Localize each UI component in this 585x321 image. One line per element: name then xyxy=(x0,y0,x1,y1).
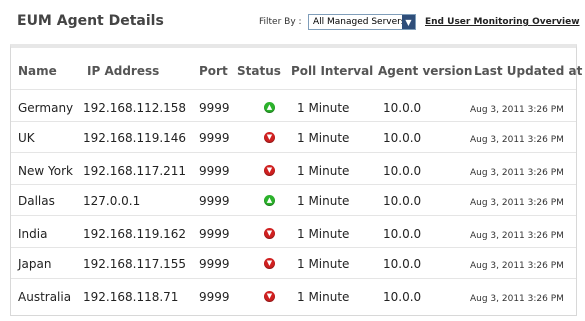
poll-interval: 1 Minute xyxy=(297,164,350,178)
arrow-up-icon: ▲ xyxy=(264,194,275,206)
last-updated: Aug 3, 2011 3:26 PM xyxy=(470,197,564,208)
ip-address: 192.168.119.146 xyxy=(83,130,187,145)
table-row[interactable]: Japan 192.168.117.155 9999 1 Minute 10.0.0 Au… xyxy=(11,246,576,279)
column-header-port: Port xyxy=(199,64,228,78)
agent-version: 10.0.0 xyxy=(383,164,422,178)
table-row[interactable]: New York 192.168.117.211 9999 1 Minute 10.0.… xyxy=(11,152,576,184)
port: 9999 xyxy=(199,290,230,304)
table-row[interactable]: Germany 192.168.112.158 9999 1 Minute 10.0.0… xyxy=(11,89,576,121)
arrow-down-icon: ▼ xyxy=(264,257,275,269)
arrow-down-icon: ▼ xyxy=(264,291,275,302)
table-row[interactable]: UK 192.168.119.146 9999 1 Minute 10.0.0 Aug 3… xyxy=(11,120,576,153)
column-header-version: Agent version xyxy=(378,64,473,78)
arrow-down-icon: ▼ xyxy=(264,228,275,239)
arrow-down-icon: ▼ xyxy=(264,131,275,143)
poll-interval: 1 Minute xyxy=(297,193,350,208)
filter-label: Filter By : xyxy=(259,17,302,27)
agent-version: 10.0.0 xyxy=(383,256,422,271)
poll-interval: 1 Minute xyxy=(297,290,350,304)
last-updated: Aug 3, 2011 3:26 PM xyxy=(470,260,564,271)
ip-address: 192.168.119.162 xyxy=(83,227,187,241)
ip-address: 192.168.118.71 xyxy=(83,290,179,304)
last-updated: Aug 3, 2011 3:26 PM xyxy=(470,231,564,241)
ip-address: 192.168.117.211 xyxy=(83,164,187,178)
poll-interval: 1 Minute xyxy=(297,130,350,145)
page-title: EUM Agent Details xyxy=(17,13,164,29)
poll-interval: 1 Minute xyxy=(297,256,350,271)
server-filter-select[interactable]: All Managed Servers ▼ xyxy=(308,14,416,30)
agent-version: 10.0.0 xyxy=(383,101,422,115)
agent-name: India xyxy=(18,227,48,241)
column-header-ip: IP Address xyxy=(87,64,160,78)
last-updated: Aug 3, 2011 3:26 PM xyxy=(470,294,564,304)
agent-version: 10.0.0 xyxy=(383,227,422,241)
agent-name: Germany xyxy=(18,101,74,115)
port: 9999 xyxy=(199,101,230,115)
column-header-name: Name xyxy=(18,64,57,78)
column-header-poll: Poll Interval xyxy=(291,64,374,78)
port: 9999 xyxy=(199,227,230,241)
table-row[interactable]: Australia 192.168.118.71 9999 1 Minute 10.0.… xyxy=(11,278,576,310)
filter-selected-value: All Managed Servers xyxy=(313,17,406,27)
poll-interval: 1 Minute xyxy=(297,101,350,115)
arrow-up-icon: ▲ xyxy=(264,102,275,113)
arrow-down-icon: ▼ xyxy=(264,165,275,176)
chevron-down-icon[interactable]: ▼ xyxy=(402,15,415,29)
column-header-status: Status xyxy=(237,64,281,78)
port: 9999 xyxy=(199,193,230,208)
poll-interval: 1 Minute xyxy=(297,227,350,241)
port: 9999 xyxy=(199,164,230,178)
agent-name: Japan xyxy=(18,256,52,271)
column-header-updated: Last Updated at xyxy=(474,64,583,78)
agent-name: New York xyxy=(18,164,73,178)
ip-address: 192.168.117.155 xyxy=(83,256,187,271)
agent-version: 10.0.0 xyxy=(383,290,422,304)
eum-overview-link[interactable]: End User Monitoring Overview xyxy=(425,17,580,27)
port: 9999 xyxy=(199,130,230,145)
table-row[interactable]: Dallas 127.0.0.1 9999 1 Minute 10.0.0 Aug 3, … xyxy=(11,183,576,216)
agent-name: Dallas xyxy=(18,193,55,208)
agent-version: 10.0.0 xyxy=(383,130,422,145)
table-row[interactable]: India 192.168.119.162 9999 1 Minute 10.0.0 Au… xyxy=(11,215,576,247)
last-updated: Aug 3, 2011 3:26 PM xyxy=(470,134,564,145)
ip-address: 192.168.112.158 xyxy=(83,101,187,115)
agent-name: Australia xyxy=(18,290,72,304)
port: 9999 xyxy=(199,256,230,271)
last-updated: Aug 3, 2011 3:26 PM xyxy=(470,105,564,115)
agent-name: UK xyxy=(18,130,35,145)
last-updated: Aug 3, 2011 3:26 PM xyxy=(470,168,564,178)
ip-address: 127.0.0.1 xyxy=(83,193,141,208)
agent-version: 10.0.0 xyxy=(383,193,422,208)
